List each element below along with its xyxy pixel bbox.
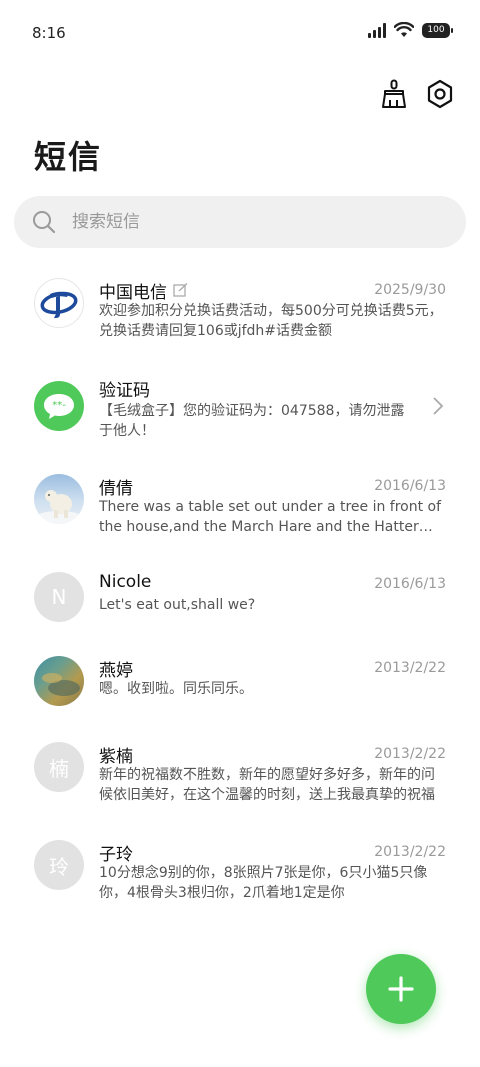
polar-bear-photo <box>35 490 83 524</box>
landscape-photo <box>42 673 80 696</box>
message-preview: There was a table set out under a tree i… <box>99 499 442 535</box>
message-preview: 欢迎参加积分兑换话费活动，每500分可兑换话费5元，兑换话费请回复106或jfd… <box>99 303 443 339</box>
message-date: 2016/6/13 <box>374 576 446 592</box>
plus-icon <box>388 976 414 1002</box>
message-item-ziling[interactable]: 玲 子玲 2013/2/22 10分想念9别的你，8张照片7张是你，6只小猫5只… <box>0 832 480 922</box>
message-date: 2013/2/22 <box>374 660 446 676</box>
broom-icon <box>382 79 406 108</box>
message-preview: 【毛绒盒子】您的验证码为：047588，请勿泄露于他人！ <box>99 403 405 439</box>
avatar: 楠 <box>34 742 84 792</box>
message-preview: Let's eat out,shall we? <box>99 597 256 613</box>
search-bar[interactable] <box>14 196 466 248</box>
status-bar: 8:16 100 <box>0 0 480 68</box>
avatar <box>34 278 84 328</box>
avatar <box>34 656 84 706</box>
wifi-icon <box>394 22 414 37</box>
message-item-zinan[interactable]: 楠 紫楠 2013/2/22 新年的祝福数不胜数，新年的愿望好多好多，新年的问候… <box>0 734 480 824</box>
avatar: N <box>34 572 84 622</box>
sender-name: 燕婷 <box>99 661 133 681</box>
sender-name: 验证码 <box>99 381 150 401</box>
sender-name: 紫楠 <box>99 747 133 767</box>
chat-bubble-icon: **- <box>44 394 74 419</box>
svg-text:**-: **- <box>52 400 66 411</box>
avatar: **- <box>34 381 84 431</box>
status-time: 8:16 <box>32 24 66 42</box>
gear-hexagon-icon <box>427 79 453 109</box>
message-item-qianqian[interactable]: 倩倩 2016/6/13 There was a table set out u… <box>0 464 480 554</box>
edit-icon <box>173 283 188 297</box>
new-message-button[interactable] <box>366 954 436 1024</box>
china-telecom-logo <box>40 291 78 318</box>
sender-name: 子玲 <box>99 845 133 865</box>
message-date: 2013/2/22 <box>374 844 446 860</box>
signal-icon <box>368 22 386 38</box>
message-preview: 新年的祝福数不胜数，新年的愿望好多好多，新年的问候依旧美好，在这个温馨的时刻，送… <box>99 767 435 803</box>
message-date: 2016/6/13 <box>374 478 446 494</box>
search-input[interactable] <box>70 211 414 233</box>
page-title: 短信 <box>34 138 103 176</box>
battery-icon: 100 <box>422 22 453 38</box>
message-date: 2025/9/30 <box>374 282 446 298</box>
chevron-right-icon[interactable] <box>432 396 444 416</box>
message-item-nicole[interactable]: N Nicole 2016/6/13 Let's eat out,shall w… <box>0 564 480 654</box>
sender-name: 倩倩 <box>99 479 133 499</box>
message-item-verification-code[interactable]: **- 验证码 【毛绒盒子】您的验证码为：047588，请勿泄露于他人！ <box>0 366 480 456</box>
message-item-china-telecom[interactable]: 中国电信 2025/9/30 欢迎参加积分兑换话费活动，每500分可兑换话费5元… <box>0 266 480 356</box>
settings-button[interactable] <box>426 78 454 110</box>
message-preview: 10分想念9别的你，8张照片7张是你，6只小猫5只像你，4根骨头3根归你，2爪着… <box>99 865 428 901</box>
sender-name: Nicole <box>99 572 152 592</box>
message-item-yanting[interactable]: 燕婷 2013/2/22 嗯。收到啦。同乐同乐。 <box>0 648 480 738</box>
message-date: 2013/2/22 <box>374 746 446 762</box>
message-preview: 嗯。收到啦。同乐同乐。 <box>99 681 253 697</box>
sender-name: 中国电信 <box>99 278 188 303</box>
avatar <box>34 474 84 524</box>
cleanup-button[interactable] <box>380 78 408 110</box>
search-icon <box>33 211 56 234</box>
top-actions <box>380 78 454 110</box>
status-icons: 100 <box>368 22 453 38</box>
avatar: 玲 <box>34 840 84 890</box>
